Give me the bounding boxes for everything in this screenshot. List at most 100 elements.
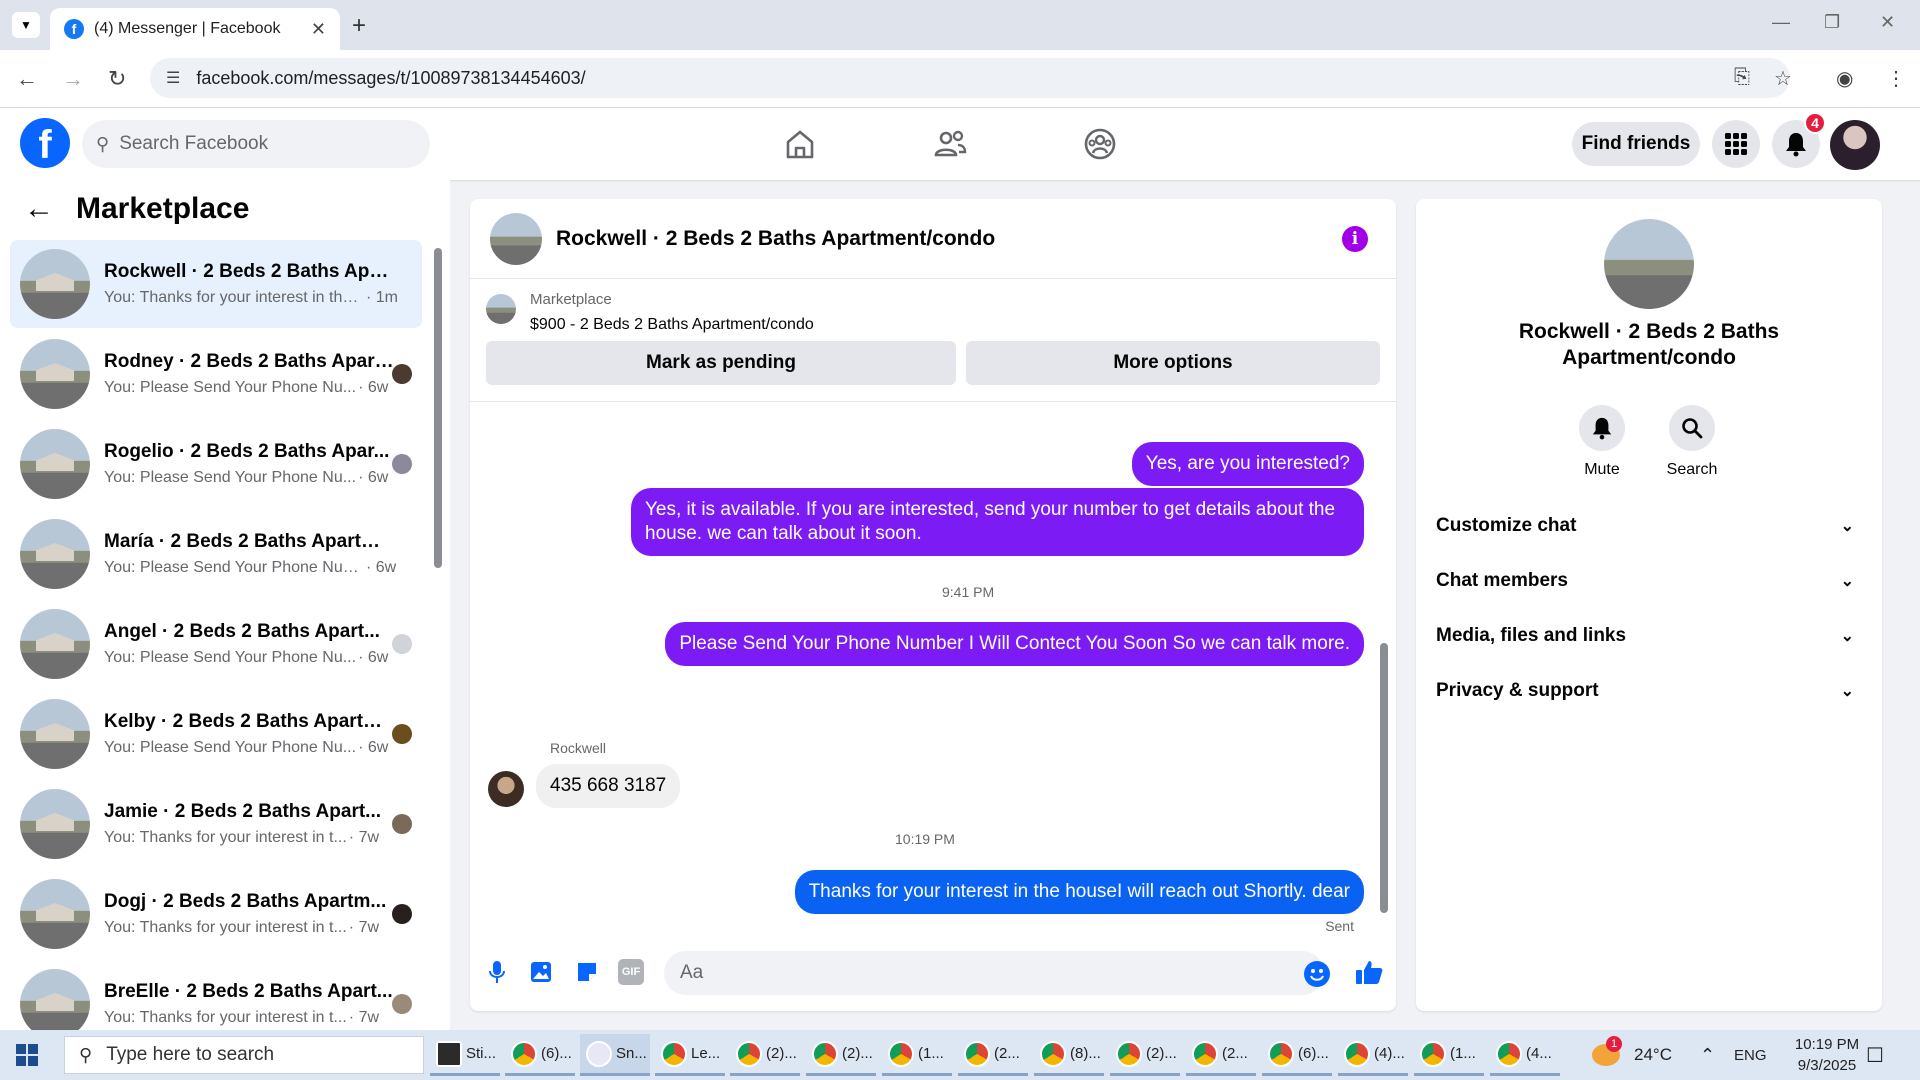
chevron-down-icon: ⌄ bbox=[1840, 573, 1854, 590]
clock[interactable]: 10:19 PM 9/3/2025 bbox=[1780, 1030, 1874, 1080]
thumbs-up-like-icon[interactable] bbox=[1354, 959, 1384, 985]
microphone-icon[interactable] bbox=[484, 959, 510, 985]
taskbar-app-chrome[interactable]: (4)... bbox=[1338, 1034, 1408, 1076]
details-title: Rockwell · 2 Beds 2 Baths Apartment/cond… bbox=[1518, 320, 1780, 369]
show-hidden-icons-chevron-up-icon[interactable]: ⌃ bbox=[1700, 1030, 1715, 1080]
search-in-conversation-button[interactable]: Search bbox=[1652, 405, 1732, 479]
find-friends-button[interactable]: Find friends bbox=[1572, 122, 1700, 166]
weather-widget[interactable]: 1 24°C bbox=[1592, 1030, 1672, 1080]
more-options-button[interactable]: More options bbox=[966, 341, 1380, 385]
sticker-icon[interactable] bbox=[574, 959, 600, 985]
conversation-item[interactable]: Rogelio · 2 Beds 2 Baths Apar... You: Pl… bbox=[10, 420, 422, 508]
groups-icon[interactable] bbox=[1080, 124, 1120, 164]
bookmark-star-icon[interactable]: ☆ bbox=[1774, 66, 1792, 91]
outgoing-message[interactable]: Thanks for your interest in the houseI w… bbox=[794, 870, 1364, 914]
sender-avatar[interactable] bbox=[488, 771, 524, 807]
chat-title[interactable]: Rockwell · 2 Beds 2 Baths Apartment/cond… bbox=[556, 227, 1342, 251]
facebook-logo-icon[interactable]: f bbox=[20, 118, 70, 168]
taskbar-app-snipping-tool[interactable]: Sn... bbox=[580, 1034, 650, 1076]
list-scroll-thumb[interactable] bbox=[434, 248, 442, 568]
listing-mini-thumbnail bbox=[486, 294, 516, 324]
menu-grid-icon[interactable] bbox=[1712, 120, 1760, 168]
taskbar-app-chrome[interactable]: (1... bbox=[882, 1034, 952, 1076]
site-info-icon[interactable]: ☰ bbox=[166, 68, 180, 88]
conversation-item[interactable]: Rodney · 2 Beds 2 Baths Apart... You: Pl… bbox=[10, 330, 422, 418]
minimize-icon[interactable]: — bbox=[1772, 12, 1790, 33]
new-tab-button[interactable]: + bbox=[352, 12, 366, 40]
friends-icon[interactable] bbox=[930, 124, 970, 164]
close-tab-icon[interactable]: ✕ bbox=[311, 19, 326, 40]
taskbar-app-chrome[interactable]: (4... bbox=[1490, 1034, 1560, 1076]
conversation-item[interactable]: Kelby · 2 Beds 2 Baths Apartm... You: Pl… bbox=[10, 690, 422, 778]
mark-as-pending-button[interactable]: Mark as pending bbox=[486, 341, 956, 385]
taskbar-app-chrome[interactable]: Le... bbox=[655, 1034, 725, 1076]
taskbar-app-chrome[interactable]: (2)... bbox=[806, 1034, 876, 1076]
taskbar-app-chrome[interactable]: (1... bbox=[1414, 1034, 1484, 1076]
conversation-snippet: You: Thanks for your interest in t... bbox=[104, 919, 347, 936]
install-app-icon[interactable]: ⎘ bbox=[1734, 66, 1750, 89]
input-language[interactable]: ENG bbox=[1734, 1030, 1767, 1080]
outgoing-message[interactable]: Please Send Your Phone Number I Will Con… bbox=[665, 622, 1364, 666]
details-listing-photo[interactable] bbox=[1604, 219, 1694, 309]
taskbar-app-sticky-notes[interactable]: Sti... bbox=[430, 1034, 500, 1076]
restore-icon[interactable]: ❐ bbox=[1824, 12, 1840, 33]
conversation-name: María · 2 Beds 2 Baths Apartme... bbox=[104, 531, 394, 552]
conversation-time: · 6w bbox=[358, 739, 389, 756]
list-scrollbar[interactable] bbox=[432, 240, 442, 1010]
taskbar-app-chrome[interactable]: (2... bbox=[958, 1034, 1028, 1076]
chat-listing-thumbnail[interactable] bbox=[490, 212, 542, 265]
url-field[interactable]: ☰ facebook.com/messages/t/10089738134454… bbox=[150, 58, 1790, 98]
chat-scroll-thumb[interactable] bbox=[1380, 643, 1388, 913]
taskbar-app-chrome[interactable]: (8)... bbox=[1034, 1034, 1104, 1076]
windows-start-icon[interactable] bbox=[16, 1044, 38, 1066]
taskbar-app-chrome[interactable]: (2)... bbox=[1110, 1034, 1180, 1076]
home-icon[interactable] bbox=[780, 124, 820, 164]
taskbar-search-input[interactable]: ⚲ Type here to search bbox=[64, 1036, 424, 1074]
browser-menu-icon[interactable]: ⋮ bbox=[1886, 66, 1906, 91]
marketplace-listing-banner: Marketplace $900 - 2 Beds 2 Baths Apartm… bbox=[470, 279, 1396, 401]
back-arrow-icon[interactable]: ← bbox=[24, 192, 54, 226]
listing-thumbnail bbox=[20, 609, 90, 679]
browser-tab-messenger[interactable]: f (4) Messenger | Facebook ✕ bbox=[50, 8, 340, 50]
taskbar-app-chrome[interactable]: (2... bbox=[1186, 1034, 1256, 1076]
outgoing-message[interactable]: Yes, it is available. If you are interes… bbox=[631, 488, 1364, 556]
media-files-links-section[interactable]: Media, files and links ⌄ bbox=[1436, 611, 1866, 661]
tab-search-button[interactable]: ▼ bbox=[12, 12, 40, 38]
back-icon[interactable]: ← bbox=[16, 66, 38, 92]
window-close-icon[interactable]: ✕ bbox=[1880, 12, 1895, 33]
conversation-item[interactable]: María · 2 Beds 2 Baths Apartme... You: P… bbox=[10, 510, 422, 598]
conversation-info-icon[interactable]: i bbox=[1342, 225, 1368, 252]
conversation-item[interactable]: Rockwell · 2 Beds 2 Baths Apart... You: … bbox=[10, 240, 422, 328]
message-input[interactable]: Aa bbox=[664, 951, 1324, 995]
notification-center-icon[interactable]: ☐ bbox=[1866, 1030, 1884, 1080]
conversation-snippet: You: Thanks for your interest in t... bbox=[104, 829, 347, 846]
outgoing-message[interactable]: Yes, are you interested? bbox=[1131, 442, 1364, 486]
conversation-item[interactable]: Dogj · 2 Beds 2 Baths Apartm... You: Tha… bbox=[10, 870, 422, 958]
emoji-icon[interactable] bbox=[1304, 961, 1330, 987]
mute-button[interactable]: Mute bbox=[1562, 405, 1642, 479]
taskbar-app-chrome[interactable]: (6)... bbox=[1262, 1034, 1332, 1076]
conversation-item[interactable]: Angel · 2 Beds 2 Baths Apart... You: Ple… bbox=[10, 600, 422, 688]
incoming-message[interactable]: 435 668 3187 bbox=[536, 764, 681, 808]
taskbar-app-label: Sn... bbox=[616, 1045, 647, 1062]
privacy-support-section[interactable]: Privacy & support ⌄ bbox=[1436, 666, 1866, 716]
chat-scrollbar[interactable] bbox=[1378, 407, 1390, 935]
chat-members-section[interactable]: Chat members ⌄ bbox=[1436, 556, 1866, 606]
facebook-search-input[interactable]: ⚲ Search Facebook bbox=[82, 120, 430, 168]
forward-icon[interactable]: → bbox=[62, 66, 84, 92]
taskbar-app-chrome[interactable]: (6)... bbox=[505, 1034, 575, 1076]
photo-icon[interactable] bbox=[528, 959, 554, 985]
conversation-snippet: You: Thanks for your interest in t... bbox=[104, 1009, 347, 1026]
mute-label: Mute bbox=[1584, 461, 1620, 478]
message-timestamp: 10:19 PM bbox=[895, 831, 955, 847]
profile-icon[interactable]: ◉ bbox=[1836, 66, 1853, 91]
conversation-time: · 7w bbox=[348, 829, 380, 846]
taskbar-app-chrome[interactable]: (2)... bbox=[730, 1034, 800, 1076]
account-avatar[interactable] bbox=[1830, 120, 1880, 170]
conversation-item[interactable]: Jamie · 2 Beds 2 Baths Apart... You: Tha… bbox=[10, 780, 422, 868]
customize-chat-section[interactable]: Customize chat ⌄ bbox=[1436, 501, 1866, 551]
gif-icon[interactable]: GIF bbox=[618, 959, 644, 985]
reload-icon[interactable]: ↻ bbox=[108, 66, 126, 92]
chrome-icon bbox=[888, 1040, 914, 1067]
listing-price-title[interactable]: $900 - 2 Beds 2 Baths Apartment/condo bbox=[530, 316, 814, 334]
